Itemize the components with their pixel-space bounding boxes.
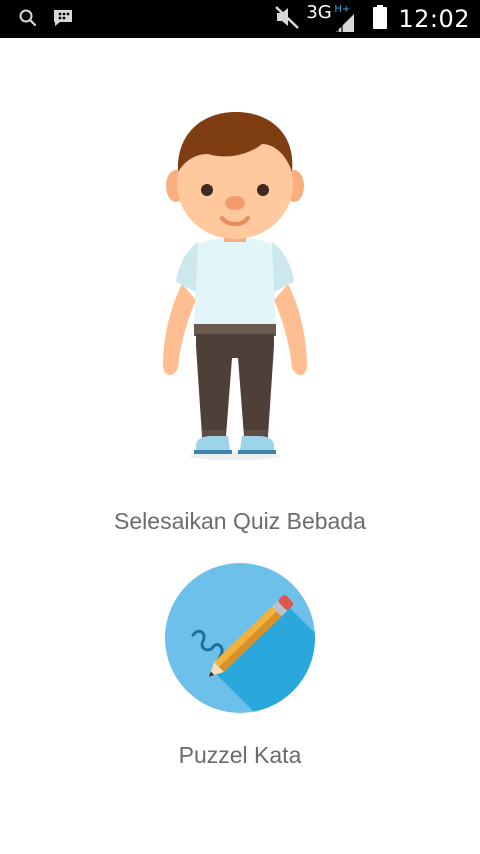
status-bar-right: 3G H+ 12:02 [274,2,470,36]
search-icon [18,8,38,33]
bbm-icon [52,8,74,33]
quiz-label[interactable]: Selesaikan Quiz Bebada [0,508,480,535]
network-indicator: 3G H+ [306,2,358,36]
main-content: Selesaikan Quiz Bebada Puzzel Kata [0,38,480,854]
boy-avatar-illustration [150,110,320,462]
clock: 12:02 [398,5,470,33]
puzzle-button[interactable] [165,563,315,713]
battery-icon [372,4,388,35]
signal-icon [334,12,356,39]
puzzle-label[interactable]: Puzzel Kata [0,742,480,769]
mute-icon [274,4,300,35]
network-type: 3G [306,2,332,23]
pencil-icon [165,563,315,713]
status-bar: 3G H+ 12:02 [0,0,480,38]
status-bar-left [18,8,74,33]
